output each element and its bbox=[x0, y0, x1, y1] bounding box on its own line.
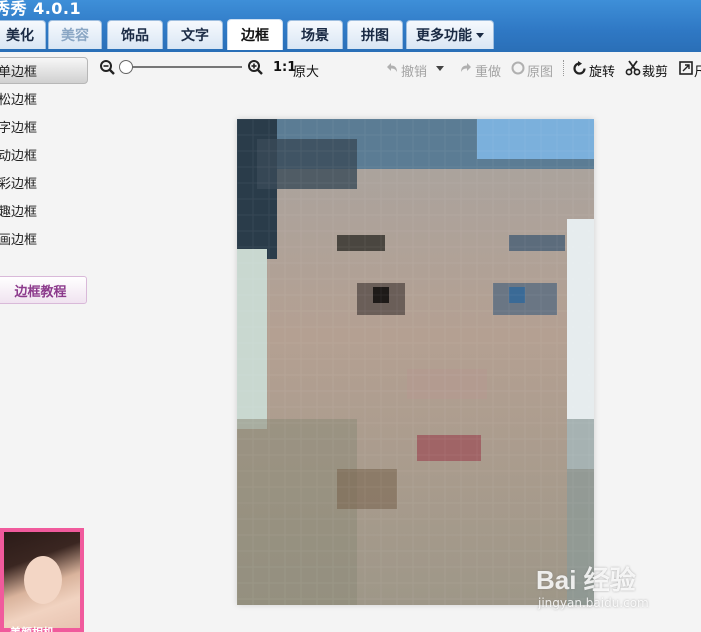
undo-dropdown-icon[interactable] bbox=[435, 65, 445, 73]
rotate-button[interactable]: 旋转 bbox=[589, 61, 615, 80]
watermark-main-text: Bai 经验 bbox=[536, 565, 636, 595]
undo-icon bbox=[387, 63, 397, 72]
resize-button[interactable]: 尺 bbox=[694, 61, 701, 80]
redo-icon bbox=[461, 63, 471, 72]
promo-face bbox=[24, 556, 62, 604]
undo-button[interactable]: 撤销 bbox=[401, 61, 427, 80]
zoom-slider-handle[interactable] bbox=[119, 60, 133, 74]
zoom-out-icon[interactable] bbox=[99, 59, 117, 77]
photo-canvas[interactable] bbox=[237, 119, 594, 605]
crop-button[interactable]: 裁剪 bbox=[642, 61, 668, 80]
pixelated-portrait-image bbox=[237, 119, 594, 605]
tab-frame[interactable]: 边框 bbox=[227, 19, 283, 50]
promo-thumbnail[interactable]: 美颜相机 bbox=[0, 528, 84, 632]
sidebar-item-color-frame[interactable]: 彩边框 bbox=[0, 173, 37, 192]
watermark-url-text: jingyan.baidu.com bbox=[538, 596, 649, 610]
original-size-button[interactable]: 原大 bbox=[293, 61, 319, 80]
sidebar-item-loose-frame[interactable]: 松边框 bbox=[0, 89, 37, 108]
promo-label: 美颜相机 bbox=[10, 624, 54, 632]
baidu-jingyan-watermark: Bai 经验 jingyan.baidu.com bbox=[536, 560, 686, 612]
original-image-icon bbox=[511, 61, 525, 75]
rotate-icon bbox=[573, 61, 586, 75]
app-title: 秀秀 4.0.1 bbox=[0, 0, 82, 18]
zoom-in-icon[interactable] bbox=[247, 59, 265, 77]
zoom-slider-track[interactable] bbox=[124, 66, 242, 68]
sidebar-item-text-frame[interactable]: 字边框 bbox=[0, 117, 37, 136]
tab-label: 更多功能 bbox=[416, 28, 472, 44]
promo-photo bbox=[4, 532, 80, 628]
sidebar-item-animated-frame[interactable]: 动边框 bbox=[0, 145, 37, 164]
sidebar-item-simple-frame[interactable]: 单边框 bbox=[0, 61, 37, 80]
tab-label: 美容 bbox=[61, 28, 89, 44]
frame-tutorial-button[interactable]: 边框教程 bbox=[0, 276, 87, 304]
resize-icon bbox=[679, 61, 693, 75]
tab-label: 拼图 bbox=[361, 28, 389, 44]
tab-cosmetic[interactable]: 美容 bbox=[48, 20, 102, 49]
tab-label: 美化 bbox=[6, 28, 34, 44]
sidebar-item-fun-frame[interactable]: 趣边框 bbox=[0, 201, 37, 220]
top-bar: 秀秀 4.0.1 美化 美容 饰品 文字 边框 场景 拼图 更多功能 bbox=[0, 0, 701, 52]
tab-beautify[interactable]: 美化 bbox=[0, 20, 46, 49]
redo-button[interactable]: 重做 bbox=[475, 61, 501, 80]
tab-accessories[interactable]: 饰品 bbox=[107, 20, 163, 49]
tab-label: 饰品 bbox=[121, 28, 149, 44]
tab-collage[interactable]: 拼图 bbox=[347, 20, 403, 49]
scissors-icon bbox=[625, 60, 641, 76]
tab-text[interactable]: 文字 bbox=[167, 20, 223, 49]
toolbar-divider bbox=[563, 60, 564, 76]
chevron-down-icon bbox=[476, 32, 484, 38]
tab-label: 场景 bbox=[301, 28, 329, 44]
tab-label: 文字 bbox=[181, 28, 209, 44]
original-image-button[interactable]: 原图 bbox=[527, 61, 553, 80]
tab-scene[interactable]: 场景 bbox=[287, 20, 343, 49]
tab-more-features[interactable]: 更多功能 bbox=[406, 20, 494, 49]
sidebar-item-painting-frame[interactable]: 画边框 bbox=[0, 229, 37, 248]
tab-label: 边框 bbox=[241, 28, 269, 44]
